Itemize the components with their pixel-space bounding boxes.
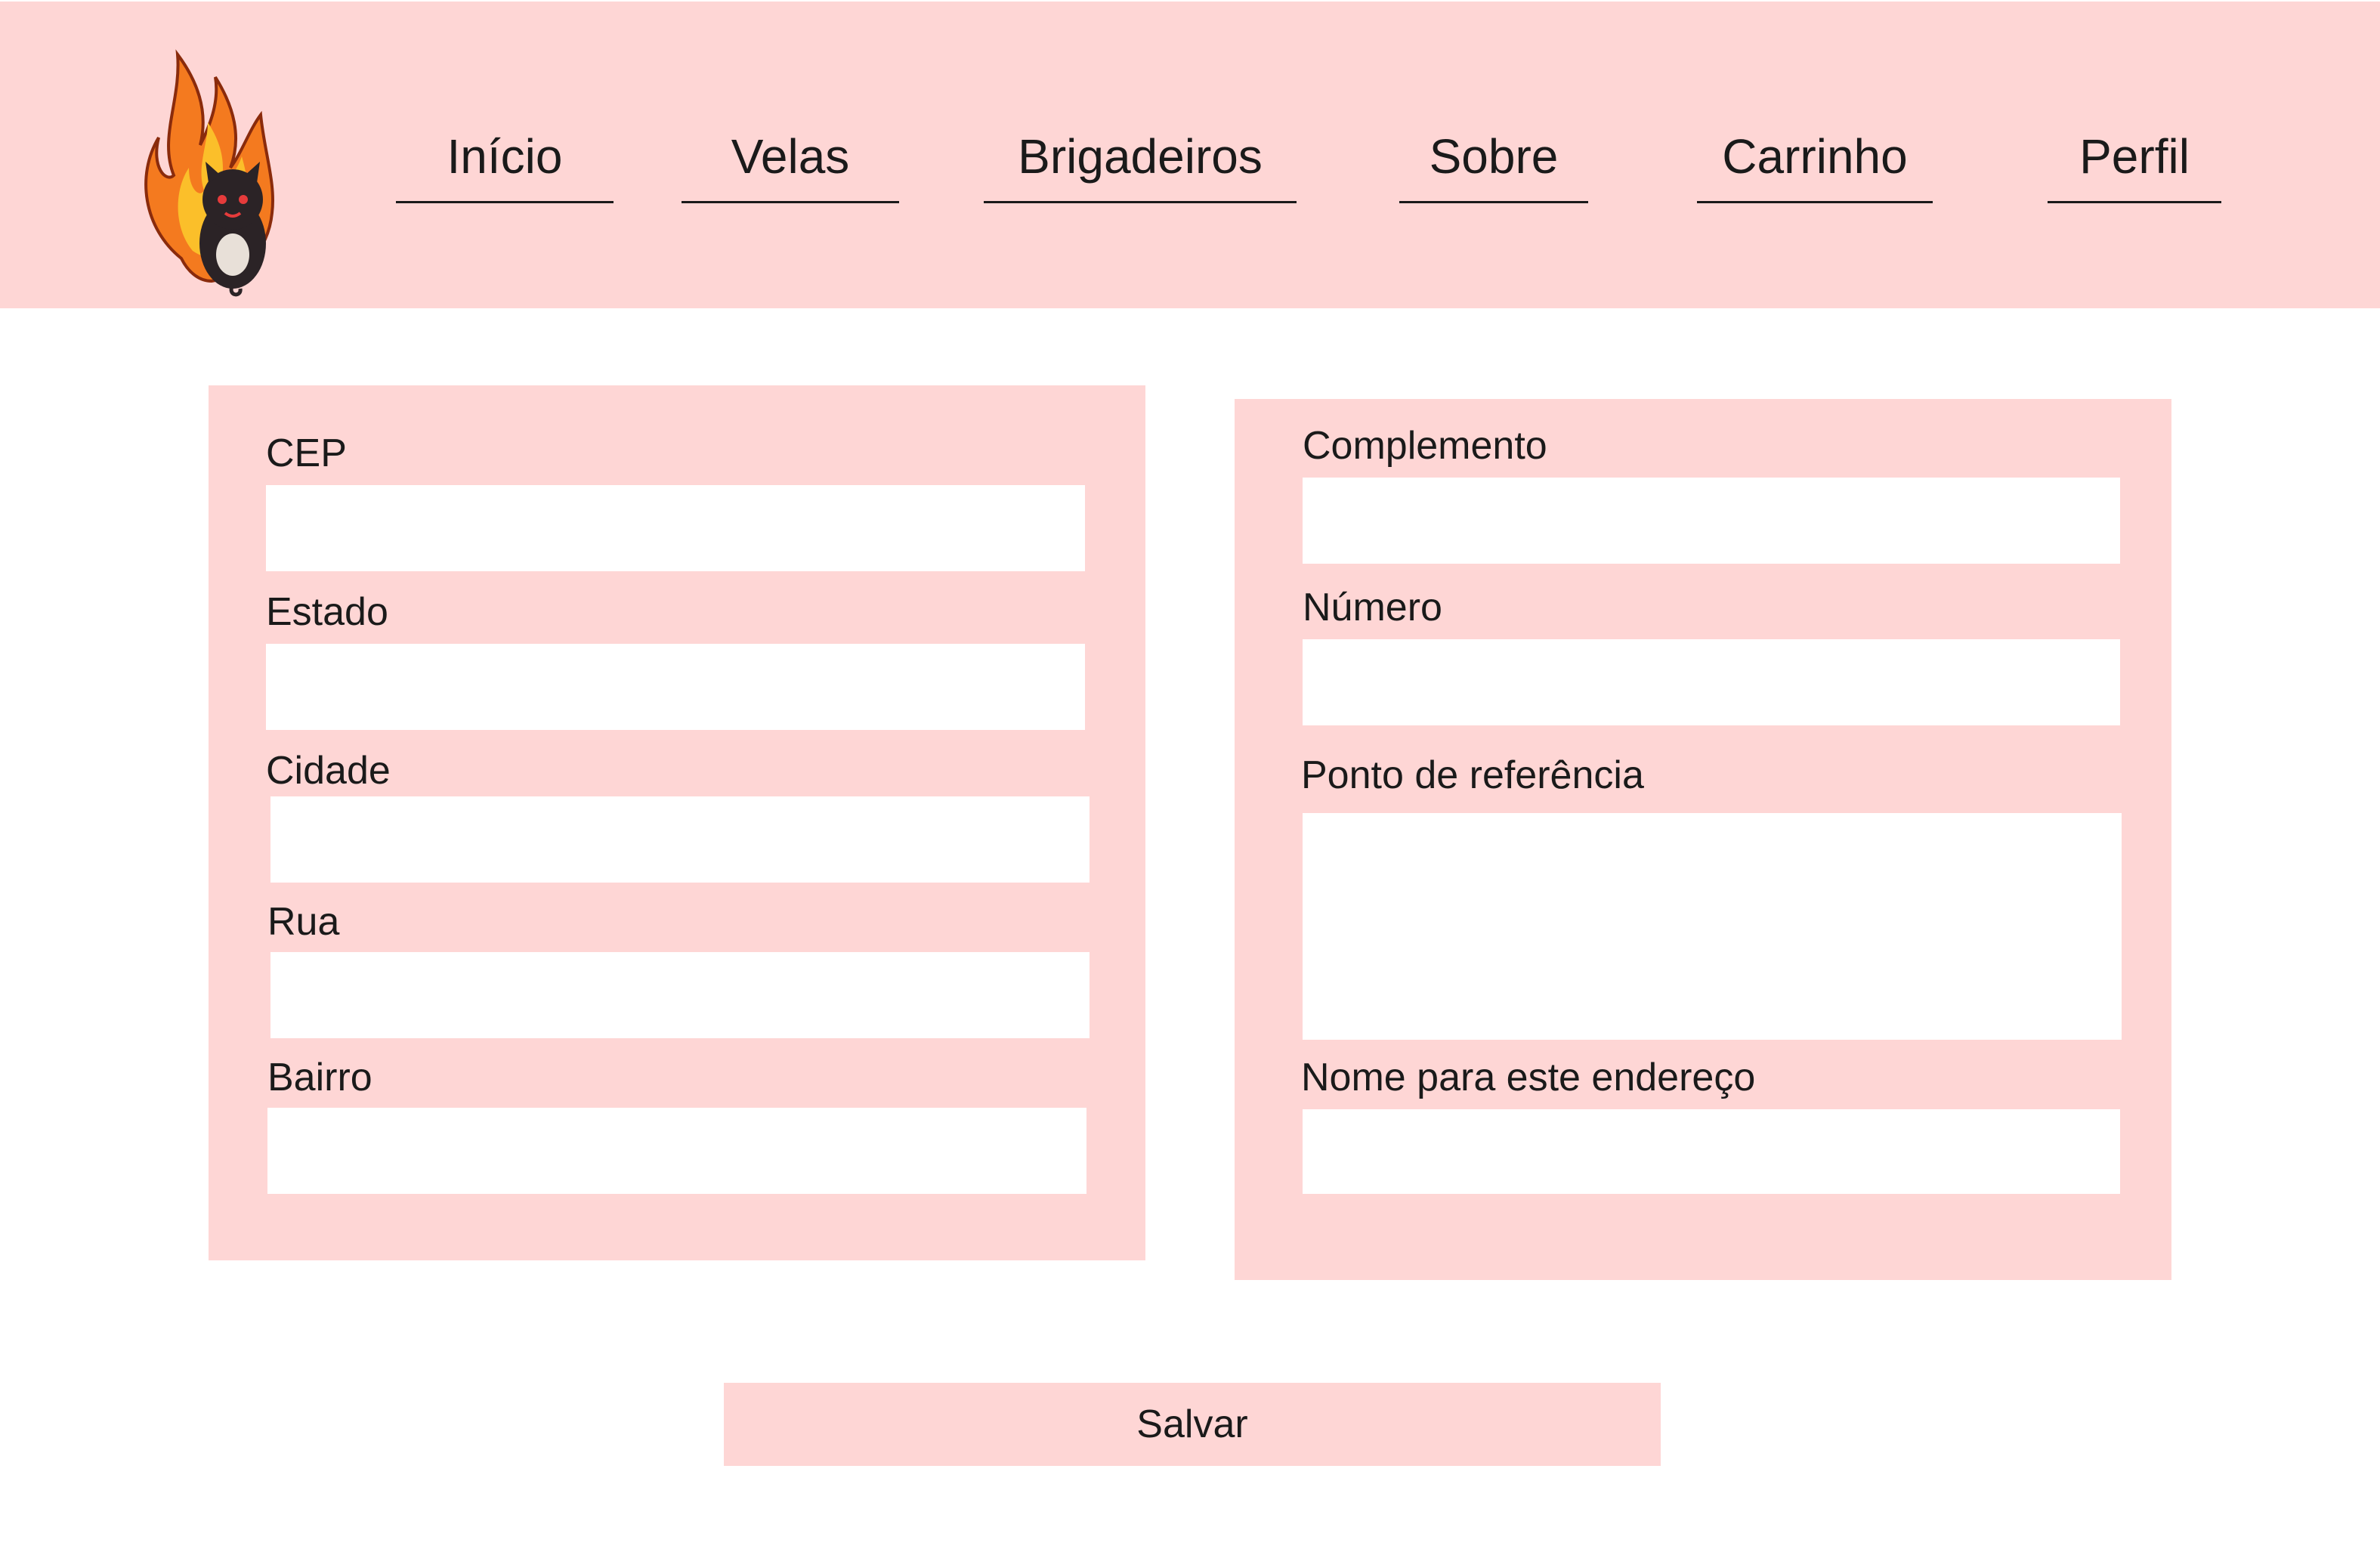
numero-label: Número <box>1303 586 1442 629</box>
rua-input[interactable] <box>270 952 1090 1038</box>
header-bar: Início Velas Brigadeiros Sobre Carrinho … <box>0 2 2380 308</box>
estado-label: Estado <box>266 590 388 634</box>
flaming-cat-mascot-logo-icon[interactable] <box>136 24 287 300</box>
nav-link-inicio[interactable]: Início <box>396 122 614 203</box>
nav-link-sobre[interactable]: Sobre <box>1399 122 1588 203</box>
cidade-input[interactable] <box>270 796 1090 883</box>
cep-input[interactable] <box>266 485 1085 571</box>
nav-link-velas[interactable]: Velas <box>682 122 899 203</box>
ponto-de-referencia-textarea[interactable] <box>1303 813 2122 1040</box>
estado-input[interactable] <box>266 644 1085 730</box>
nav-link-brigadeiros[interactable]: Brigadeiros <box>984 122 1297 203</box>
cep-label: CEP <box>266 431 347 475</box>
save-button[interactable]: Salvar <box>724 1383 1661 1466</box>
bairro-label: Bairro <box>267 1056 372 1099</box>
cidade-label: Cidade <box>266 749 391 793</box>
complemento-input[interactable] <box>1303 478 2120 564</box>
nome-endereco-input[interactable] <box>1303 1109 2120 1194</box>
rua-label: Rua <box>267 900 340 944</box>
complemento-label: Complemento <box>1303 424 1547 468</box>
nav-link-carrinho[interactable]: Carrinho <box>1697 122 1933 203</box>
ponto-de-referencia-label: Ponto de referência <box>1301 753 1644 797</box>
nav-link-perfil[interactable]: Perfil <box>2048 122 2221 203</box>
nome-endereco-label: Nome para este endereço <box>1301 1056 1756 1099</box>
bairro-input[interactable] <box>267 1108 1086 1194</box>
numero-input[interactable] <box>1303 639 2120 725</box>
